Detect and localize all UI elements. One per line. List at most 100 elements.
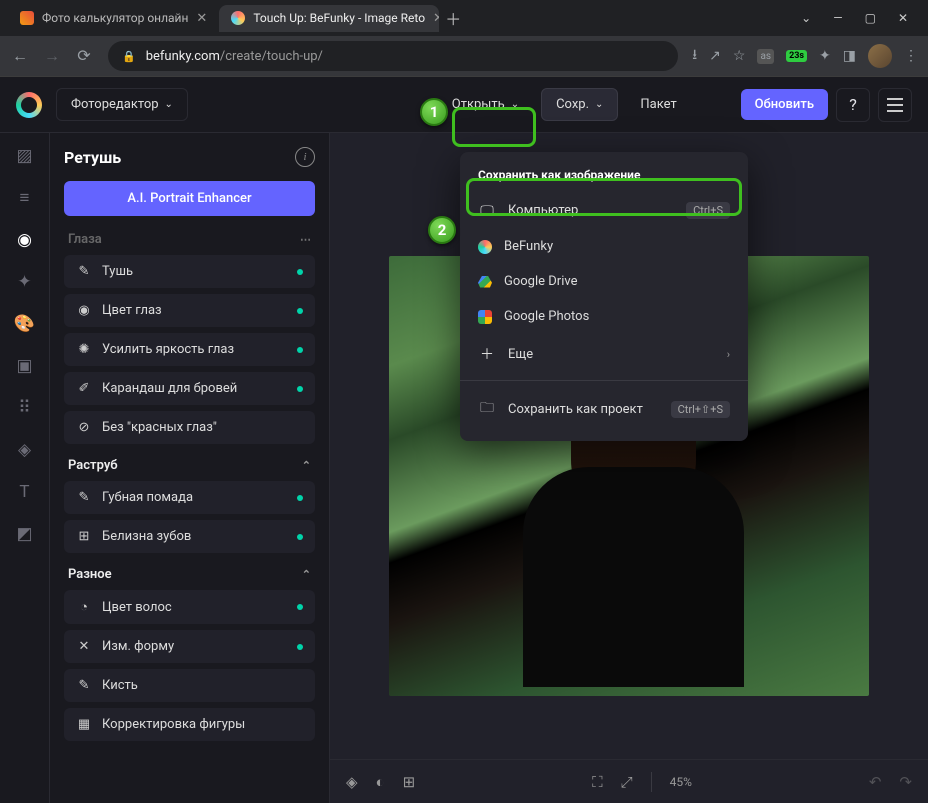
profile-avatar[interactable] bbox=[868, 44, 892, 68]
extension-icons: ⭳ ↗ ☆ as 23s ✦ ◨ ⋮ bbox=[692, 44, 918, 68]
section-misc[interactable]: Разное ⌃ bbox=[64, 559, 315, 590]
ai-enhancer-button[interactable]: A.I. Portrait Enhancer bbox=[64, 181, 315, 216]
shortcut-badge: Ctrl+S bbox=[686, 202, 730, 219]
status-dot bbox=[297, 534, 303, 540]
item-label: Сохранить как проект bbox=[508, 402, 643, 417]
tool-label: Изм. форму bbox=[102, 639, 174, 654]
ext-icon[interactable]: as bbox=[757, 49, 774, 64]
save-dest-google-drive[interactable]: Google Drive bbox=[460, 264, 748, 299]
save-project-item[interactable]: 🗀 Сохранить как проект Ctrl+⇧+S bbox=[460, 387, 748, 431]
grid-icon[interactable]: ⊞ bbox=[403, 773, 416, 791]
misc-tool-item[interactable]: ◔ Цвет волос bbox=[64, 590, 315, 624]
graphics-icon[interactable]: ⠿ bbox=[14, 397, 36, 419]
sliders-icon[interactable]: ≡ bbox=[14, 187, 36, 209]
url-field[interactable]: 🔒 befunky.com/create/touch-up/ bbox=[108, 41, 678, 71]
url-domain: befunky.com bbox=[146, 49, 220, 64]
chevron-up-icon: ⌃ bbox=[302, 568, 311, 581]
ext-badge[interactable]: 23s bbox=[786, 50, 807, 62]
section-mouth[interactable]: Раструб ⌃ bbox=[64, 450, 315, 481]
puzzle-icon[interactable]: ✦ bbox=[819, 48, 831, 64]
misc-tool-item[interactable]: ✎ Кисть bbox=[64, 669, 315, 702]
status-dot bbox=[297, 308, 303, 314]
help-icon: ? bbox=[849, 95, 857, 114]
upgrade-button[interactable]: Обновить bbox=[741, 89, 828, 120]
status-dot bbox=[297, 386, 303, 392]
info-icon[interactable]: i bbox=[295, 147, 315, 167]
save-dest-befunky[interactable]: BeFunky bbox=[460, 229, 748, 264]
mouth-tool-item[interactable]: ⊞ Белизна зубов bbox=[64, 520, 315, 553]
fullscreen-icon[interactable]: ⛶ bbox=[592, 773, 603, 791]
eyes-tool-item[interactable]: ✐ Карандаш для бровей bbox=[64, 372, 315, 405]
maximize-icon[interactable]: ▢ bbox=[865, 11, 876, 25]
menu-button[interactable] bbox=[878, 88, 912, 122]
share-icon[interactable]: ↗ bbox=[709, 48, 721, 64]
tab-title: Фото калькулятор онлайн bbox=[42, 11, 188, 25]
mouth-tool-item[interactable]: ✎ Губная помада bbox=[64, 481, 315, 514]
close-icon[interactable]: ✕ bbox=[196, 11, 207, 26]
install-icon[interactable]: ⭳ bbox=[692, 44, 697, 68]
textures-icon[interactable]: ◩ bbox=[14, 523, 36, 545]
eyes-tool-item[interactable]: ✺ Усилить яркость глаз bbox=[64, 333, 315, 366]
reload-button[interactable]: ⟳ bbox=[74, 46, 94, 66]
redo-icon[interactable]: ↷ bbox=[899, 773, 912, 791]
back-button[interactable]: ← bbox=[10, 46, 30, 66]
save-dest-еще[interactable]: ＋Еще› bbox=[460, 334, 748, 374]
status-dot bbox=[297, 604, 303, 610]
app-bar: Фоторедактор ⌄ Открыть ⌄ Сохр. ⌄ Пакет О… bbox=[0, 77, 928, 133]
misc-tool-item[interactable]: ✕ Изм. форму bbox=[64, 630, 315, 663]
zoom-level[interactable]: 45% bbox=[670, 775, 692, 789]
item-label: BeFunky bbox=[504, 239, 553, 254]
touchup-icon[interactable]: ◉ bbox=[14, 229, 36, 251]
section-label: Глаза bbox=[68, 232, 102, 247]
help-button[interactable]: ? bbox=[836, 88, 870, 122]
layers-icon[interactable]: ◈ bbox=[346, 773, 358, 791]
mode-label: Фоторедактор bbox=[71, 97, 159, 112]
save-label: Сохр. bbox=[556, 97, 589, 112]
tab-title: Touch Up: BeFunky - Image Reto bbox=[253, 11, 425, 25]
bookmark-icon[interactable]: ☆ bbox=[733, 48, 746, 64]
chevron-down-icon[interactable]: ⌄ bbox=[801, 11, 811, 25]
save-button[interactable]: Сохр. ⌄ bbox=[541, 88, 618, 121]
overlays-icon[interactable]: ◈ bbox=[14, 439, 36, 461]
tool-icon: ✐ bbox=[76, 381, 92, 396]
eyes-tool-item[interactable]: ✎ Тушь bbox=[64, 255, 315, 288]
chevron-right-icon: › bbox=[727, 348, 730, 361]
status-dot bbox=[297, 495, 303, 501]
favicon-icon bbox=[20, 11, 34, 25]
item-label: Google Drive bbox=[504, 274, 577, 289]
artsy-icon[interactable]: 🎨 bbox=[14, 313, 36, 335]
compare-icon[interactable]: ◐ bbox=[376, 773, 385, 791]
effects-icon[interactable]: ✦ bbox=[14, 271, 36, 293]
new-tab-button[interactable]: ＋ bbox=[439, 4, 467, 32]
browser-tab-0[interactable]: Фото калькулятор онлайн ✕ bbox=[8, 5, 219, 32]
kebab-icon[interactable]: ⋮ bbox=[904, 48, 918, 64]
google-drive-icon bbox=[478, 276, 492, 288]
close-window-icon[interactable]: ✕ bbox=[898, 11, 908, 25]
mode-selector[interactable]: Фоторедактор ⌄ bbox=[56, 88, 188, 121]
text-icon[interactable]: T bbox=[14, 481, 36, 503]
befunky-logo[interactable] bbox=[16, 92, 42, 118]
tool-icon: ✎ bbox=[76, 678, 92, 693]
briefcase-icon: 🗀 bbox=[478, 397, 496, 421]
save-dest-компьютер[interactable]: 🖵КомпьютерCtrl+S bbox=[460, 192, 748, 229]
eyes-tool-item[interactable]: ◉ Цвет глаз bbox=[64, 294, 315, 327]
panel-title: Ретушь bbox=[64, 148, 121, 167]
dropdown-header: Сохранить как изображение bbox=[460, 162, 748, 192]
save-dest-google-photos[interactable]: Google Photos bbox=[460, 299, 748, 334]
fit-icon[interactable]: ⤢ bbox=[621, 773, 633, 791]
batch-button[interactable]: Пакет bbox=[626, 89, 690, 120]
minimize-icon[interactable]: ― bbox=[833, 11, 842, 25]
tab-bar: Фото калькулятор онлайн ✕ Touch Up: BeFu… bbox=[0, 0, 928, 36]
frames-icon[interactable]: ▣ bbox=[14, 355, 36, 377]
open-button[interactable]: Открыть ⌄ bbox=[438, 89, 533, 120]
forward-button[interactable]: → bbox=[42, 46, 62, 66]
undo-icon[interactable]: ↶ bbox=[869, 773, 882, 791]
eyes-tool-item[interactable]: ⊘ Без "красных глаз" bbox=[64, 411, 315, 444]
misc-tool-item[interactable]: ▦ Корректировка фигуры bbox=[64, 708, 315, 741]
panel-icon[interactable]: ◨ bbox=[843, 48, 856, 64]
tool-label: Белизна зубов bbox=[102, 529, 191, 544]
google-photos-icon bbox=[478, 310, 492, 324]
browser-tab-1[interactable]: Touch Up: BeFunky - Image Reto ✕ bbox=[219, 5, 439, 32]
section-eyes[interactable]: Глаза ⋯ bbox=[64, 224, 315, 255]
image-icon[interactable]: ▨ bbox=[14, 145, 36, 167]
